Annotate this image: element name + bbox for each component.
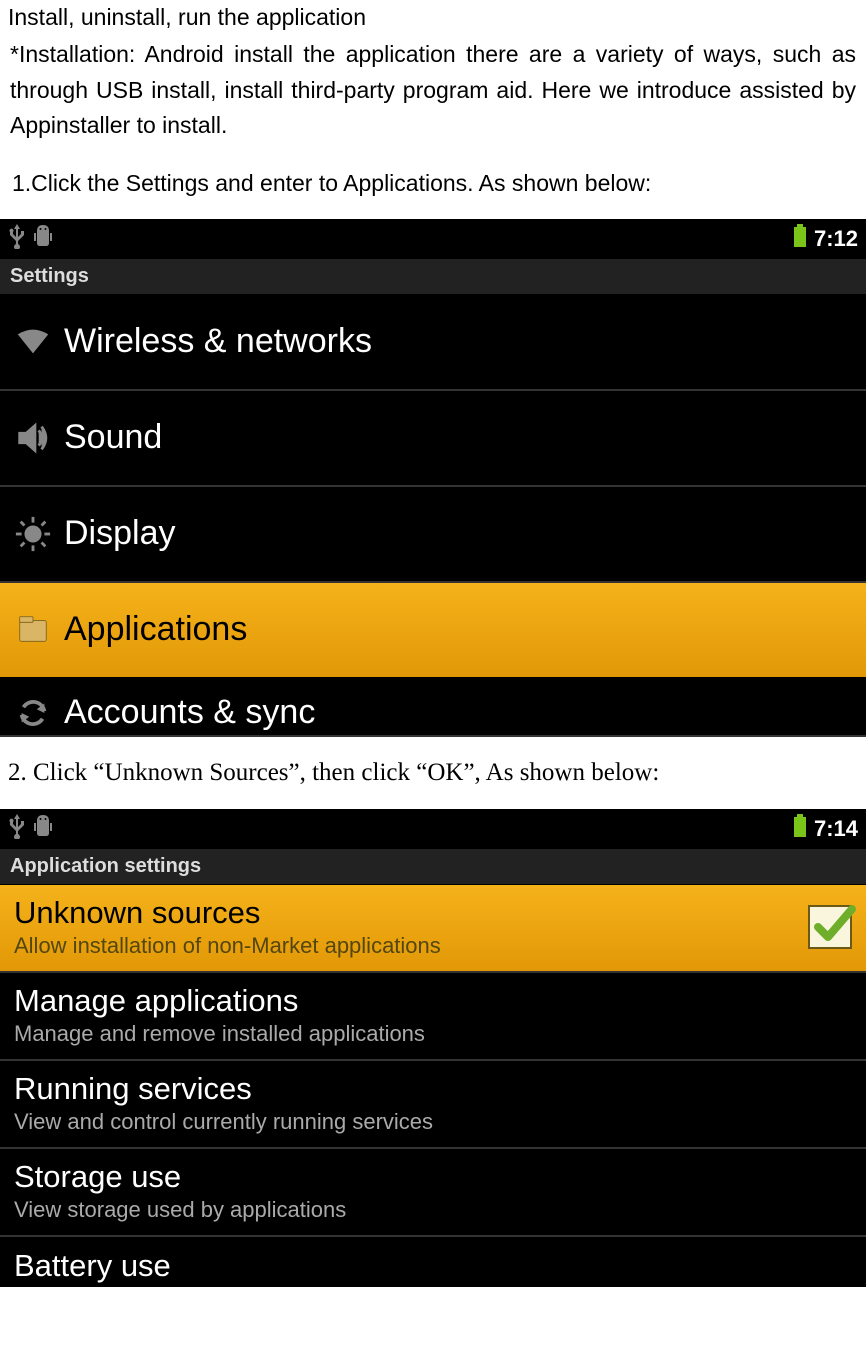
app-item-running-services[interactable]: Running services View and control curren… [0,1061,866,1149]
settings-item-accounts-sync[interactable]: Accounts & sync [0,679,866,737]
app-item-title: Unknown sources [14,895,808,931]
usb-icon [8,813,26,844]
app-item-subtitle: Manage and remove installed applications [14,1021,852,1047]
settings-item-wireless[interactable]: Wireless & networks [0,295,866,391]
settings-item-sound[interactable]: Sound [0,391,866,487]
screenshot-settings: 7:12 Settings Wireless & networks Sound … [0,219,866,737]
status-time: 7:14 [814,816,858,842]
app-item-title: Running services [14,1071,852,1107]
doc-step-2: 2. Click “Unknown Sources”, then click “… [0,737,866,809]
app-item-title: Storage use [14,1159,852,1195]
app-item-subtitle: View and control currently running servi… [14,1109,852,1135]
battery-icon [792,224,808,253]
wifi-icon [14,323,64,361]
android-debug-icon [32,813,54,844]
app-item-unknown-sources[interactable]: Unknown sources Allow installation of no… [0,885,866,973]
battery-icon [792,814,808,843]
app-item-manage-applications[interactable]: Manage applications Manage and remove in… [0,973,866,1061]
doc-step-1: 1.Click the Settings and enter to Applic… [0,156,866,219]
unknown-sources-checkbox[interactable] [808,905,852,949]
doc-intro: *Installation: Android install the appli… [0,33,866,156]
settings-item-applications[interactable]: Applications [0,583,866,679]
app-settings-title-bar: Application settings [0,849,866,885]
android-debug-icon [32,223,54,254]
sync-icon [14,694,64,732]
display-icon [14,515,64,553]
settings-item-label: Accounts & sync [64,693,315,732]
status-bar: 7:12 [0,219,866,259]
app-item-storage-use[interactable]: Storage use View storage used by applica… [0,1149,866,1237]
settings-item-label: Display [64,514,175,553]
status-time: 7:12 [814,226,858,252]
settings-item-label: Wireless & networks [64,322,372,361]
settings-item-label: Sound [64,418,162,457]
sound-icon [14,419,64,457]
settings-item-display[interactable]: Display [0,487,866,583]
usb-icon [8,223,26,254]
app-item-title: Manage applications [14,983,852,1019]
app-item-subtitle: View storage used by applications [14,1197,852,1223]
settings-title-bar: Settings [0,259,866,295]
status-bar: 7:14 [0,809,866,849]
screenshot-app-settings: 7:14 Application settings Unknown source… [0,809,866,1287]
settings-item-label: Applications [64,610,247,649]
applications-icon [14,611,64,649]
app-item-title: Battery use [14,1248,852,1284]
doc-heading: Install, uninstall, run the application [0,0,866,33]
app-item-subtitle: Allow installation of non-Market applica… [14,933,808,959]
app-item-battery-use[interactable]: Battery use [0,1237,866,1287]
